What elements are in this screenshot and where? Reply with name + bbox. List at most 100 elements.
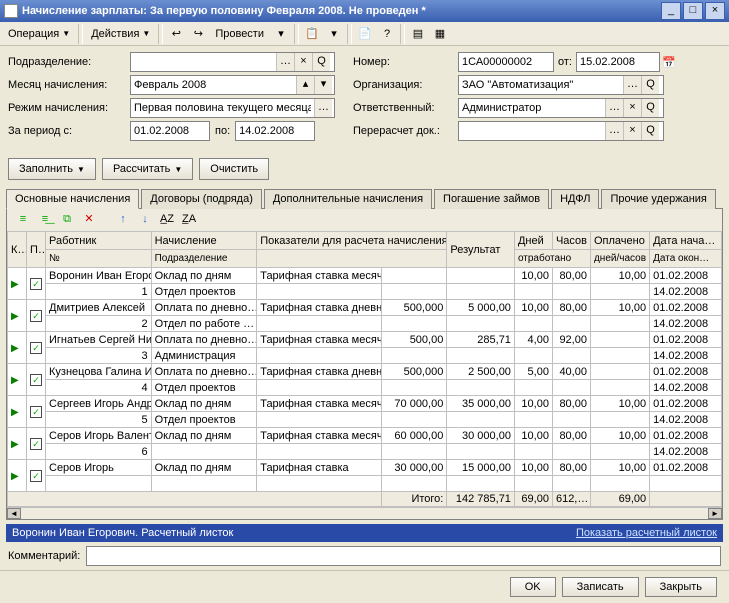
total-label: Итого: <box>381 492 447 507</box>
period-to-input[interactable] <box>235 121 315 141</box>
calendar-icon[interactable]: 📅 <box>662 56 676 69</box>
ellipsis-icon[interactable]: … <box>605 99 623 117</box>
ellipsis-icon[interactable]: … <box>314 99 332 117</box>
list2-icon[interactable]: ▦ <box>431 25 449 43</box>
col-accrual[interactable]: Начисление <box>151 232 257 250</box>
resp-input[interactable]: … × Q <box>458 98 664 118</box>
table-row[interactable]: ▶✓ Серов ИгорьОклад по днямТарифная став… <box>8 460 722 476</box>
tab-loans[interactable]: Погашение займов <box>434 189 549 209</box>
ellipsis-icon[interactable]: … <box>276 53 294 71</box>
search-icon[interactable]: Q <box>641 122 659 140</box>
post-button[interactable]: Провести <box>209 26 270 42</box>
spin-up-icon[interactable]: ▴ <box>296 76 314 94</box>
tab-ndfl[interactable]: НДФЛ <box>551 189 599 209</box>
tool2-icon[interactable]: ▾ <box>325 25 343 43</box>
ellipsis-icon[interactable]: … <box>623 76 641 94</box>
calc-button[interactable]: Рассчитать▼ <box>102 158 193 180</box>
org-label: Организация: <box>353 79 458 91</box>
comment-input[interactable] <box>86 546 721 566</box>
clear-icon[interactable]: × <box>294 53 312 71</box>
sort-desc-icon[interactable]: Z̲A <box>179 211 199 229</box>
move-down-icon[interactable]: ↓ <box>135 211 155 229</box>
show-payslip-link[interactable]: Показать расчетный листок <box>576 527 717 539</box>
clear-icon[interactable]: × <box>623 122 641 140</box>
actions-menu[interactable]: Действия▼ <box>85 26 156 42</box>
ot-label: от: <box>558 56 572 68</box>
tab-additional[interactable]: Дополнительные начисления <box>264 189 432 209</box>
tab-main[interactable]: Основные начисления <box>6 189 139 209</box>
table-row[interactable]: 2Отдел по работе …14.02.2008 <box>8 316 722 332</box>
sort-asc-icon[interactable]: A̲Z <box>157 211 177 229</box>
operation-menu[interactable]: Операция▼ <box>2 26 76 42</box>
delete-row-icon[interactable]: ✕ <box>79 211 99 229</box>
search-icon[interactable]: Q <box>312 53 330 71</box>
col-k[interactable]: К… <box>8 232 27 268</box>
col-date-from[interactable]: Дата нача… <box>650 232 722 250</box>
ok-button[interactable]: OK <box>510 577 556 597</box>
maximize-button[interactable]: □ <box>683 2 703 20</box>
save-button[interactable]: Записать <box>562 577 639 597</box>
back-icon[interactable]: ↩ <box>167 25 185 43</box>
col-employee[interactable]: Работник <box>46 232 152 250</box>
close-button[interactable]: Закрыть <box>645 577 717 597</box>
ellipsis-icon[interactable]: … <box>605 122 623 140</box>
col-days[interactable]: Дней <box>514 232 552 250</box>
move-up-icon[interactable]: ↑ <box>113 211 133 229</box>
org-input[interactable]: … Q <box>458 75 664 95</box>
clear-button[interactable]: Очистить <box>199 158 269 180</box>
table-row[interactable]: 614.02.2008 <box>8 444 722 460</box>
col-result[interactable]: Результат <box>447 232 515 268</box>
mode-input[interactable]: … <box>130 98 335 118</box>
action-row: Заполнить▼ Рассчитать▼ Очистить <box>0 158 729 180</box>
table-row[interactable]: 1Отдел проектов14.02.2008 <box>8 284 722 300</box>
list1-icon[interactable]: ▤ <box>409 25 427 43</box>
period-from-input[interactable] <box>130 121 210 141</box>
table-row[interactable]: ▶✓ Сергеев Игорь АндреевичОклад по днямТ… <box>8 396 722 412</box>
col-paid[interactable]: Оплачено <box>590 232 649 250</box>
month-input[interactable]: ▴ ▾ <box>130 75 335 95</box>
number-input[interactable] <box>458 52 554 72</box>
close-button[interactable]: × <box>705 2 725 20</box>
add-row-icon[interactable]: ≡ <box>13 211 33 229</box>
search-icon[interactable]: Q <box>641 76 659 94</box>
table-row[interactable]: ▶✓ Игнатьев Сергей НиколаевичОплата по д… <box>8 332 722 348</box>
clear-icon[interactable]: × <box>623 99 641 117</box>
table-row[interactable]: ▶✓ Кузнецова Галина ИвановнаОплата по дн… <box>8 364 722 380</box>
copy-row-icon[interactable]: ⧉ <box>57 211 77 229</box>
total-paid: 69,00 <box>590 492 649 507</box>
tab-contracts[interactable]: Договоры (подряда) <box>141 189 262 209</box>
spin-down-icon[interactable]: ▾ <box>314 76 332 94</box>
col-worked[interactable]: отработано <box>514 250 590 268</box>
dropdown-icon[interactable]: ▾ <box>272 25 290 43</box>
col-no[interactable]: № <box>46 250 152 268</box>
table-row[interactable] <box>8 476 722 492</box>
table-row[interactable]: ▶✓ Дмитриев АлексейОплата по дневно…Тари… <box>8 300 722 316</box>
table-row[interactable]: 4Отдел проектов14.02.2008 <box>8 380 722 396</box>
col-p[interactable]: П… <box>27 232 46 268</box>
tab-other[interactable]: Прочие удержания <box>601 189 715 209</box>
recalc-input[interactable]: … × Q <box>458 121 664 141</box>
h-scrollbar[interactable]: ◄► <box>7 507 722 519</box>
col-date-to[interactable]: Дата окон… <box>650 250 722 268</box>
podrazdelenie-input[interactable]: … × Q <box>130 52 335 72</box>
tool1-icon[interactable]: 📋 <box>303 25 321 43</box>
resp-label: Ответственный: <box>353 102 458 114</box>
window-title: Начисление зарплаты: За первую половину … <box>22 5 659 17</box>
edit-row-icon[interactable]: ≡͟ <box>35 211 55 229</box>
search-icon[interactable]: Q <box>641 99 659 117</box>
table-row[interactable]: ▶✓ Воронин Иван ЕгоровичОклад по днямТар… <box>8 268 722 284</box>
col-indicators[interactable]: Показатели для расчета начисления <box>257 232 447 250</box>
table-row[interactable]: 5Отдел проектов14.02.2008 <box>8 412 722 428</box>
table-row[interactable]: 3Администрация14.02.2008 <box>8 348 722 364</box>
tabs: Основные начисления Договоры (подряда) Д… <box>6 188 723 209</box>
tool3-icon[interactable]: 📄 <box>356 25 374 43</box>
help-icon[interactable]: ? <box>378 25 396 43</box>
forward-icon[interactable]: ↪ <box>189 25 207 43</box>
col-paid-sub[interactable]: дней/часов <box>590 250 649 268</box>
col-hours[interactable]: Часов <box>552 232 590 250</box>
date-input[interactable] <box>576 52 660 72</box>
table-row[interactable]: ▶✓ Серов Игорь ВалентиновичОклад по дням… <box>8 428 722 444</box>
col-podr[interactable]: Подразделение <box>151 250 257 268</box>
fill-button[interactable]: Заполнить▼ <box>8 158 96 180</box>
minimize-button[interactable]: _ <box>661 2 681 20</box>
